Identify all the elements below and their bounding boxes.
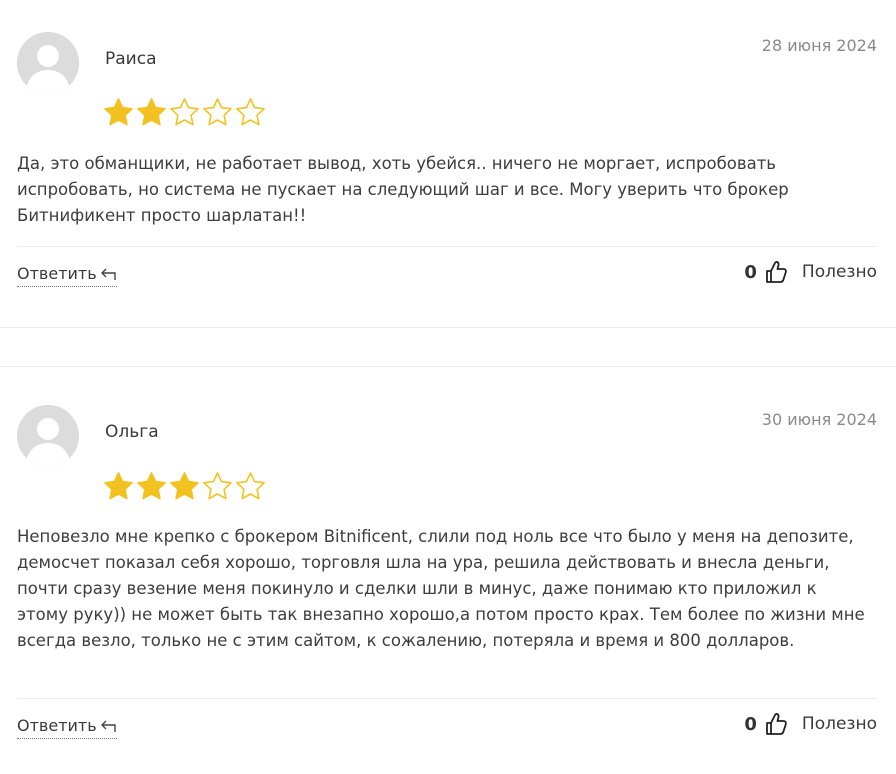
reply-arrow-icon xyxy=(100,720,116,732)
helpful-count: 0 xyxy=(744,713,757,735)
star-empty-icon xyxy=(236,98,265,126)
divider xyxy=(17,246,877,247)
helpful-button[interactable]: Полезно xyxy=(802,262,877,282)
user-placeholder-icon xyxy=(17,405,79,467)
star-empty-icon xyxy=(203,98,232,126)
helpful-count: 0 xyxy=(744,261,757,283)
star-filled-icon xyxy=(104,98,133,126)
divider xyxy=(17,698,877,699)
review-author: Раиса xyxy=(105,49,157,69)
helpful-block: 0 Полезно xyxy=(744,260,877,284)
star-filled-icon xyxy=(104,472,133,500)
review-text: Да, это обманщики, не работает вывод, хо… xyxy=(17,154,789,225)
star-filled-icon xyxy=(137,98,166,126)
star-rating xyxy=(103,97,266,128)
thumbs-up-icon[interactable] xyxy=(765,260,787,284)
reply-arrow-icon xyxy=(100,268,116,280)
star-empty-icon xyxy=(236,472,265,500)
review-date: 28 июня 2024 xyxy=(761,36,877,55)
helpful-block: 0 Полезно xyxy=(744,712,877,736)
thumbs-up-icon[interactable] xyxy=(765,712,787,736)
star-empty-icon xyxy=(170,98,199,126)
review-card: Раиса 28 июня 2024 Да, это обманщики, не… xyxy=(0,0,896,328)
helpful-button[interactable]: Полезно xyxy=(802,714,877,734)
review-text: Неповезло мне крепко с брокером Bitnific… xyxy=(17,527,865,650)
review-author: Ольга xyxy=(105,422,159,442)
review-date: 30 июня 2024 xyxy=(761,410,877,429)
reply-button[interactable]: Ответить xyxy=(17,716,117,739)
star-filled-icon xyxy=(137,472,166,500)
star-empty-icon xyxy=(203,472,232,500)
review-card: Ольга 30 июня 2024 Неповезло мне крепко … xyxy=(0,366,896,774)
star-rating xyxy=(103,471,266,502)
star-filled-icon xyxy=(170,472,199,500)
reply-button[interactable]: Ответить xyxy=(17,264,117,287)
reply-label: Ответить xyxy=(17,264,97,283)
reply-label: Ответить xyxy=(17,716,97,735)
user-placeholder-icon xyxy=(17,32,79,94)
